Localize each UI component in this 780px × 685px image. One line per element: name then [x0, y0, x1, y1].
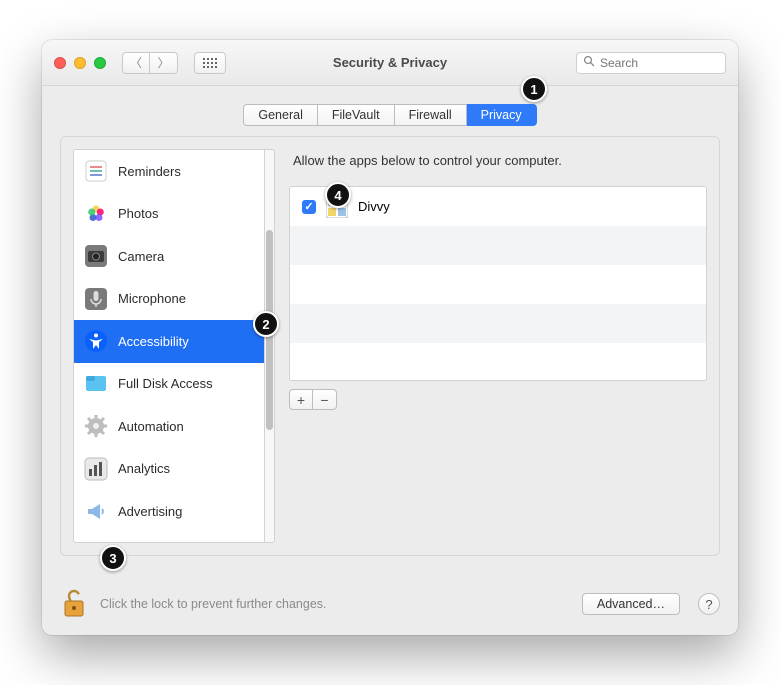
titlebar: 〈 〉 Security & Privacy — [42, 40, 738, 86]
app-row — [290, 304, 706, 343]
sidebar-item-label: Automation — [118, 419, 184, 434]
tab-privacy[interactable]: Privacy — [467, 104, 537, 126]
annotation-1: 1 — [521, 76, 547, 102]
full-disk-access-icon — [84, 372, 108, 396]
camera-icon — [84, 244, 108, 268]
search-icon — [583, 54, 595, 72]
app-row — [290, 226, 706, 265]
sidebar-item-photos[interactable]: Photos — [74, 193, 264, 236]
sidebar-item-label: Reminders — [118, 164, 181, 179]
automation-icon — [84, 414, 108, 438]
sidebar-item-label: Advertising — [118, 504, 182, 519]
reminders-icon — [84, 159, 108, 183]
footer: Click the lock to prevent further change… — [60, 589, 720, 619]
microphone-icon — [84, 287, 108, 311]
lock-text: Click the lock to prevent further change… — [100, 597, 327, 611]
sidebar-item-label: Full Disk Access — [118, 376, 213, 391]
sidebar-item-full-disk-access[interactable]: Full Disk Access — [74, 363, 264, 406]
forward-button[interactable]: 〉 — [150, 52, 178, 74]
sidebar-scrollbar[interactable] — [265, 149, 275, 543]
chevron-left-icon: 〈 — [130, 54, 142, 71]
remove-app-button[interactable]: − — [313, 389, 337, 410]
advertising-icon — [84, 499, 108, 523]
instruction-text: Allow the apps below to control your com… — [293, 153, 703, 168]
annotation-4: 4 — [325, 182, 351, 208]
chevron-right-icon: 〉 — [157, 54, 169, 71]
sidebar-item-label: Photos — [118, 206, 158, 221]
show-all-button[interactable] — [194, 52, 226, 74]
sidebar-item-label: Camera — [118, 249, 164, 264]
sidebar-item-label: Accessibility — [118, 334, 189, 349]
sidebar-item-label: Microphone — [118, 291, 186, 306]
sidebar-item-label: Analytics — [118, 461, 170, 476]
search-field[interactable] — [576, 52, 726, 74]
app-row[interactable]: ✓ Divvy — [290, 187, 706, 226]
preferences-window: 〈 〉 Security & Privacy GeneralFileVaultF… — [42, 40, 738, 635]
sidebar-item-advertising[interactable]: Advertising — [74, 490, 264, 533]
sidebar-item-automation[interactable]: Automation — [74, 405, 264, 448]
help-button[interactable]: ? — [698, 593, 720, 615]
sidebar-item-accessibility[interactable]: Accessibility — [74, 320, 264, 363]
tab-general[interactable]: General — [243, 104, 317, 126]
sidebar-item-reminders[interactable]: Reminders — [74, 150, 264, 193]
zoom-window-button[interactable] — [94, 57, 106, 69]
accessibility-icon — [84, 329, 108, 353]
annotation-3: 3 — [100, 545, 126, 571]
sidebar-item-analytics[interactable]: Analytics — [74, 448, 264, 491]
app-name: Divvy — [358, 199, 390, 214]
tab-bar: GeneralFileVaultFirewallPrivacy — [243, 104, 536, 126]
sidebar-item-camera[interactable]: Camera — [74, 235, 264, 278]
add-app-button[interactable]: + — [289, 389, 313, 410]
advanced-button[interactable]: Advanced… — [582, 593, 680, 615]
back-button[interactable]: 〈 — [122, 52, 150, 74]
tab-filevault[interactable]: FileVault — [318, 104, 395, 126]
close-window-button[interactable] — [54, 57, 66, 69]
grid-icon — [203, 58, 217, 68]
annotation-2: 2 — [253, 311, 279, 337]
lock-button[interactable] — [60, 589, 90, 619]
app-list: ✓ Divvy — [289, 186, 707, 381]
app-row — [290, 343, 706, 381]
tab-firewall[interactable]: Firewall — [395, 104, 467, 126]
unlocked-lock-icon — [62, 589, 88, 619]
sidebar-item-microphone[interactable]: Microphone — [74, 278, 264, 321]
content-frame: Reminders Photos Camera Microphone Accessibi… — [60, 136, 720, 556]
app-row — [290, 265, 706, 304]
analytics-icon — [84, 457, 108, 481]
privacy-sidebar: Reminders Photos Camera Microphone Accessibi… — [73, 149, 265, 543]
search-input[interactable] — [600, 56, 738, 70]
window-controls — [54, 57, 106, 69]
app-checkbox[interactable]: ✓ — [302, 200, 316, 214]
photos-icon — [84, 202, 108, 226]
minimize-window-button[interactable] — [74, 57, 86, 69]
